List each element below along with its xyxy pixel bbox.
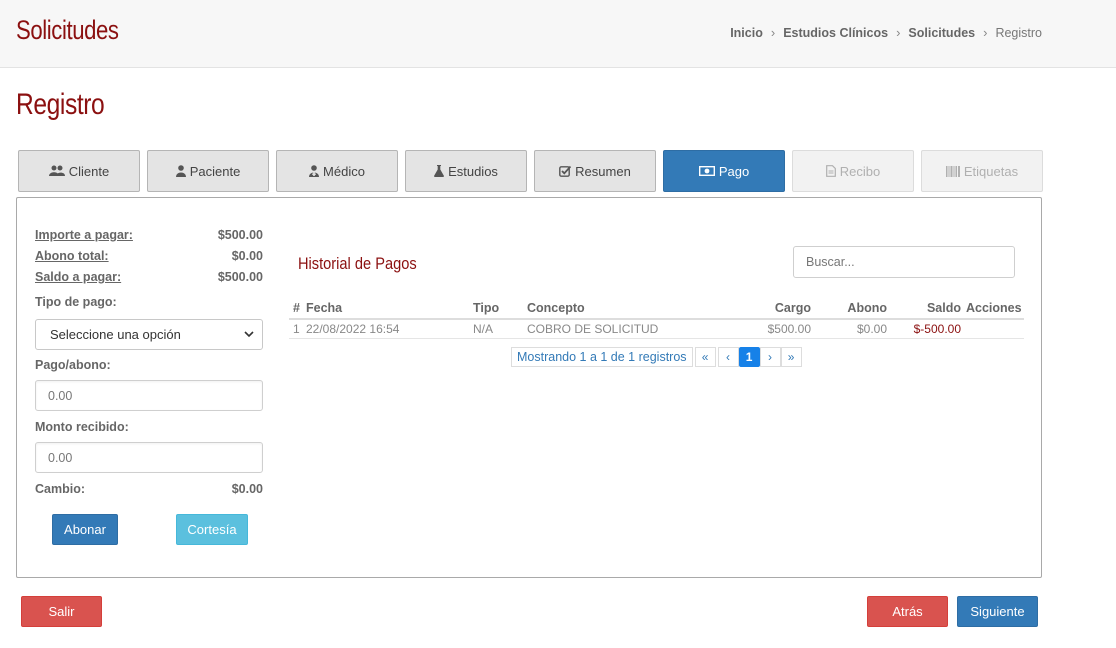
flask-icon bbox=[434, 165, 445, 177]
col-acciones: Acciones bbox=[966, 301, 1022, 315]
pago-abono-input[interactable]: 0.00 bbox=[35, 380, 263, 411]
users-icon bbox=[48, 165, 65, 176]
row-fecha: 22/08/2022 16:54 bbox=[306, 322, 400, 336]
user-md-icon bbox=[309, 165, 320, 177]
search-placeholder: Buscar... bbox=[806, 255, 855, 269]
last-page-button[interactable]: » bbox=[780, 347, 802, 367]
user-icon bbox=[175, 165, 186, 177]
col-cargo: Cargo bbox=[774, 301, 811, 315]
importe-label: Importe a pagar: bbox=[35, 228, 133, 242]
tab-etiquetas: Etiquetas bbox=[921, 150, 1043, 192]
row-saldo: $-500.00 bbox=[913, 322, 961, 336]
next-page-button[interactable]: › bbox=[759, 347, 781, 367]
cortesia-button[interactable]: Cortesía bbox=[176, 514, 248, 545]
tab-cliente[interactable]: Cliente bbox=[18, 150, 140, 192]
abono-row: Abono total: $0.00 bbox=[35, 249, 263, 263]
tab-pago[interactable]: Pago bbox=[663, 150, 785, 192]
payment-panel: Importe a pagar: $500.00 Abono total: $0… bbox=[16, 197, 1042, 578]
col-fecha: Fecha bbox=[306, 301, 343, 315]
cambio-value: $0.00 bbox=[231, 482, 263, 496]
table-row: 1 22/08/2022 16:54 N/A COBRO DE SOLICITU… bbox=[289, 320, 1024, 339]
abono-label: Abono total: bbox=[35, 249, 109, 263]
tipo-pago-selected: Seleccione una opción bbox=[50, 327, 181, 342]
abono-value: $0.00 bbox=[231, 249, 263, 263]
tab-paciente[interactable]: Paciente bbox=[147, 150, 269, 192]
breadcrumb-solicitudes[interactable]: Solicitudes bbox=[908, 26, 975, 40]
row-abono: $0.00 bbox=[856, 322, 887, 336]
breadcrumb-estudios-clinicos[interactable]: Estudios Clínicos bbox=[783, 26, 888, 40]
tab-resumen-label: Resumen bbox=[575, 163, 631, 179]
abonar-button[interactable]: Abonar bbox=[52, 514, 118, 545]
atras-button[interactable]: Atrás bbox=[867, 596, 948, 627]
cambio-row: Cambio: $0.00 bbox=[35, 482, 263, 496]
file-icon bbox=[825, 165, 836, 177]
row-concepto: COBRO DE SOLICITUD bbox=[527, 322, 659, 336]
tipo-pago-select[interactable]: Seleccione una opción bbox=[35, 319, 263, 350]
tab-cliente-label: Cliente bbox=[68, 163, 110, 179]
chevron-down-icon bbox=[244, 331, 254, 338]
page-1-button[interactable]: 1 bbox=[738, 347, 760, 367]
col-num: # bbox=[293, 301, 300, 315]
tipo-pago-label: Tipo de pago: bbox=[35, 295, 117, 309]
tab-medico-label: Médico bbox=[323, 163, 365, 179]
breadcrumb-registro: Registro bbox=[995, 25, 1042, 40]
importe-value: $500.00 bbox=[217, 228, 263, 242]
pagination: Mostrando 1 a 1 de 1 registros « ‹ 1 › » bbox=[511, 347, 802, 367]
importe-row: Importe a pagar: $500.00 bbox=[35, 228, 263, 242]
wizard-tabs: Cliente Paciente Médico Estudios Resumen… bbox=[18, 150, 1043, 192]
prev-page-button[interactable]: ‹ bbox=[717, 347, 739, 367]
search-input[interactable]: Buscar... bbox=[793, 246, 1015, 278]
breadcrumb-inicio[interactable]: Inicio bbox=[730, 26, 763, 40]
app-title: Solicitudes bbox=[16, 15, 119, 45]
pago-abono-placeholder: 0.00 bbox=[48, 388, 73, 403]
tab-resumen[interactable]: Resumen bbox=[534, 150, 656, 192]
saldo-value: $500.00 bbox=[217, 270, 263, 284]
table-header: # Fecha Tipo Concepto Cargo Abono Saldo … bbox=[289, 298, 1024, 320]
page-title: Registro bbox=[16, 88, 105, 121]
barcode-icon bbox=[945, 165, 960, 177]
pagination-info: Mostrando 1 a 1 de 1 registros bbox=[511, 347, 693, 367]
col-concepto: Concepto bbox=[527, 301, 585, 315]
row-cargo: $500.00 bbox=[767, 322, 811, 336]
first-page-button[interactable]: « bbox=[694, 347, 716, 367]
row-tipo: N/A bbox=[473, 322, 494, 336]
tab-medico[interactable]: Médico bbox=[276, 150, 398, 192]
col-saldo: Saldo bbox=[926, 301, 961, 315]
header-bar: Solicitudes Inicio › Estudios Clínicos ›… bbox=[0, 0, 1116, 68]
siguiente-button[interactable]: Siguiente bbox=[957, 596, 1038, 627]
chevron-right-icon: › bbox=[896, 25, 901, 40]
salir-button[interactable]: Salir bbox=[21, 596, 102, 627]
payments-table: # Fecha Tipo Concepto Cargo Abono Saldo … bbox=[289, 298, 1024, 339]
col-tipo: Tipo bbox=[473, 301, 500, 315]
tab-estudios-label: Estudios bbox=[448, 163, 498, 179]
tab-estudios[interactable]: Estudios bbox=[405, 150, 527, 192]
monto-recibido-label: Monto recibido: bbox=[35, 420, 129, 434]
chevron-right-icon: › bbox=[983, 25, 988, 40]
col-abono: Abono bbox=[847, 301, 887, 315]
row-num: 1 bbox=[293, 322, 300, 336]
cambio-label: Cambio: bbox=[35, 482, 85, 496]
tab-recibo: Recibo bbox=[792, 150, 914, 192]
breadcrumb: Inicio › Estudios Clínicos › Solicitudes… bbox=[730, 25, 1042, 40]
saldo-label: Saldo a pagar: bbox=[35, 270, 122, 284]
tab-etiquetas-label: Etiquetas bbox=[963, 163, 1019, 179]
monto-recibido-input[interactable]: 0.00 bbox=[35, 442, 263, 473]
tab-pago-label: Pago bbox=[718, 163, 750, 179]
tab-paciente-label: Paciente bbox=[189, 163, 241, 179]
money-icon bbox=[698, 166, 715, 176]
tab-recibo-label: Recibo bbox=[839, 163, 881, 179]
pago-abono-label: Pago/abono: bbox=[35, 358, 111, 372]
monto-recibido-placeholder: 0.00 bbox=[48, 450, 73, 465]
historial-title: Historial de Pagos bbox=[298, 254, 417, 273]
saldo-row: Saldo a pagar: $500.00 bbox=[35, 270, 263, 284]
check-square-icon bbox=[559, 165, 572, 177]
chevron-right-icon: › bbox=[770, 25, 776, 40]
